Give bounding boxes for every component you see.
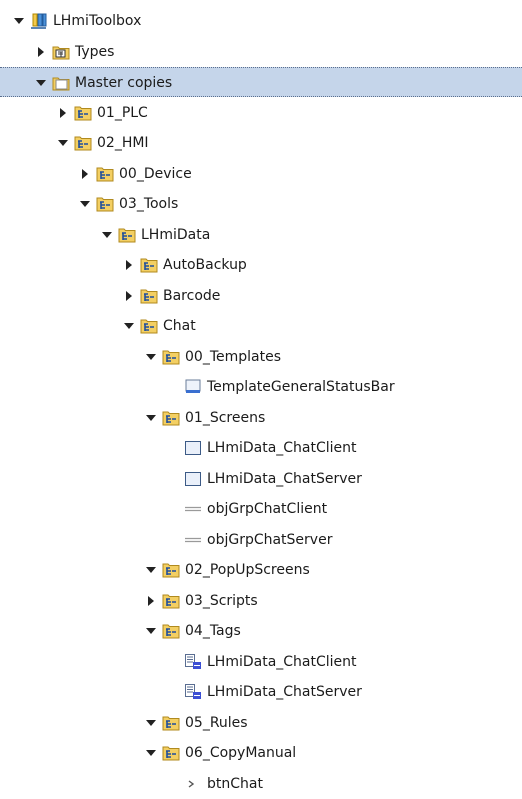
tree-item[interactable]: 00_Device [0, 159, 522, 189]
tree-item[interactable]: 02_PopUpScreens [0, 555, 522, 585]
expand-arrow-icon[interactable] [146, 352, 156, 362]
tree-item-label: 05_Rules [185, 714, 248, 731]
tree-item-label: 00_Device [119, 165, 192, 182]
screen-icon [184, 470, 202, 488]
tree-item-label: 03_Scripts [185, 592, 258, 609]
collapse-arrow-icon[interactable] [80, 168, 90, 179]
tree-item[interactable]: LHmiData [0, 220, 522, 250]
tree-item[interactable]: 00_Templates [0, 342, 522, 372]
tree-item-label: LHmiData [141, 226, 211, 243]
tree-item-label: 02_HMI [97, 135, 149, 151]
tree-item[interactable]: 05_Rules [0, 708, 522, 738]
tree-item[interactable]: TemplateGeneralStatusBar [0, 372, 522, 402]
group-folder-icon [74, 134, 92, 152]
tree-item[interactable]: Master copies [0, 67, 522, 97]
expand-arrow-icon[interactable] [124, 321, 134, 331]
tree-item-label: 03_Tools [119, 196, 179, 212]
collapse-arrow-icon[interactable] [146, 595, 156, 606]
tree-item-label: btnChat [207, 775, 263, 792]
group-folder-icon [162, 714, 180, 732]
tree-item-label: 01_Screens [185, 409, 266, 426]
library-tree: LHmiToolbox Types Master copies 01_PLC 02_HM… [0, 0, 522, 799]
group-folder-icon [140, 256, 158, 274]
group-folder-icon [140, 287, 158, 305]
tree-item[interactable]: 04_Tags [0, 616, 522, 646]
tree-item[interactable]: Barcode [0, 281, 522, 311]
tree-item[interactable]: objGrpChatClient [0, 494, 522, 524]
tree-item-label: LHmiToolbox [53, 13, 142, 29]
library-icon [30, 12, 48, 30]
template-icon [184, 378, 202, 396]
expand-arrow-icon[interactable] [146, 413, 156, 423]
tree-item-label: LHmiData_ChatClient [207, 653, 357, 670]
group-folder-icon [162, 592, 180, 610]
tree-item[interactable]: 06_CopyManual [0, 738, 522, 768]
tree-item-label: objGrpChatClient [207, 501, 328, 517]
tree-item[interactable]: LHmiData_ChatClient [0, 647, 522, 677]
collapse-arrow-icon[interactable] [36, 46, 46, 57]
tree-item-label: Types [75, 43, 115, 60]
tree-item-label: TemplateGeneralStatusBar [207, 379, 395, 395]
tag-table-icon [184, 683, 202, 701]
expand-arrow-icon[interactable] [146, 748, 156, 758]
tree-item[interactable]: 01_PLC [0, 98, 522, 128]
expand-arrow-icon[interactable] [102, 230, 112, 240]
tree-item[interactable]: AutoBackup [0, 250, 522, 280]
expand-arrow-icon[interactable] [146, 565, 156, 575]
group-folder-icon [74, 104, 92, 122]
tree-item-label: Barcode [163, 287, 221, 304]
tree-item-label: Chat [163, 318, 196, 334]
tree-item[interactable]: Types [0, 37, 522, 67]
tree-item-label: AutoBackup [163, 257, 247, 273]
tree-item-label: LHmiData_ChatClient [207, 440, 357, 456]
types-folder-icon [52, 43, 70, 61]
tree-item-label: LHmiData_ChatServer [207, 684, 362, 700]
master-copies-folder-icon [52, 74, 70, 92]
expand-arrow-icon[interactable] [14, 16, 24, 26]
collapse-arrow-icon[interactable] [124, 260, 134, 270]
group-folder-icon [118, 226, 136, 244]
tree-item[interactable]: objGrpChatServer [0, 525, 522, 555]
group-folder-icon [140, 317, 158, 335]
group-folder-icon [162, 561, 180, 579]
expand-arrow-icon[interactable] [146, 718, 156, 728]
tree-item[interactable]: LHmiToolbox [0, 6, 522, 36]
group-folder-icon [162, 409, 180, 427]
group-folder-icon [162, 348, 180, 366]
expand-arrow-icon[interactable] [80, 199, 90, 209]
tree-item[interactable]: LHmiData_ChatServer [0, 464, 522, 494]
object-group-icon [184, 531, 202, 549]
screen-icon [184, 439, 202, 457]
tree-item-label: 00_Templates [185, 348, 281, 365]
tree-item[interactable]: btnChat [0, 769, 522, 799]
tree-item-label: objGrpChatServer [207, 531, 333, 548]
tree-item-label: 02_PopUpScreens [185, 562, 310, 578]
tree-item-label: Master copies [75, 75, 173, 91]
tree-item[interactable]: 01_Screens [0, 403, 522, 433]
tree-item[interactable]: 02_HMI [0, 128, 522, 158]
tree-item-label: 01_PLC [97, 104, 148, 121]
button-element-icon [184, 775, 202, 793]
tree-item[interactable]: LHmiData_ChatClient [0, 433, 522, 463]
object-group-icon [184, 500, 202, 518]
expand-arrow-icon[interactable] [58, 138, 68, 148]
tree-item[interactable]: 03_Scripts [0, 586, 522, 616]
collapse-arrow-icon[interactable] [58, 107, 68, 118]
group-folder-icon [96, 195, 114, 213]
tree-item[interactable]: 03_Tools [0, 189, 522, 219]
tree-item-label: 04_Tags [185, 623, 241, 639]
group-folder-icon [96, 165, 114, 183]
tree-item[interactable]: LHmiData_ChatServer [0, 677, 522, 707]
expand-arrow-icon[interactable] [146, 626, 156, 636]
tree-item-label: 06_CopyManual [185, 745, 297, 761]
expand-arrow-icon[interactable] [36, 78, 46, 88]
tree-item-label: LHmiData_ChatServer [207, 470, 362, 487]
tree-item[interactable]: Chat [0, 311, 522, 341]
collapse-arrow-icon[interactable] [124, 290, 134, 301]
group-folder-icon [162, 622, 180, 640]
group-folder-icon [162, 744, 180, 762]
tag-table-icon [184, 653, 202, 671]
